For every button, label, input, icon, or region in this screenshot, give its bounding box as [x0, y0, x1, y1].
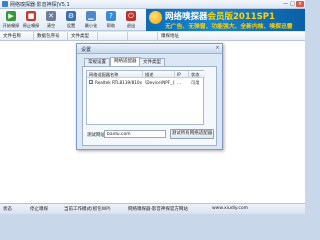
adapter-col-status[interactable]: 状态	[189, 71, 205, 78]
minimize-icon: ▁	[86, 11, 96, 21]
status-bar: 状态 停止嗅探 当前工作模式(抓包WP) 网络嗅探器·影音神探官方网站 www.…	[0, 203, 305, 214]
dialog-title-bar[interactable]: 设置 ×	[77, 44, 222, 54]
status-label: 状态	[3, 207, 12, 212]
adapter-ip: ...	[177, 80, 181, 85]
tab-file-type[interactable]: 文件类型	[139, 58, 165, 66]
settings-button[interactable]: ⚙ 设置	[62, 10, 80, 30]
help-button[interactable]: ? 帮助	[102, 10, 120, 30]
window-title: 网络嗅探器·影音神探|V5.1	[10, 2, 70, 8]
adapter-desc: \Device\NPF_{A...	[145, 80, 175, 85]
help-icon: ?	[106, 11, 116, 21]
app-window: 网络嗅探器·影音神探|V5.1 — □ × ▶ 开始嗅探 ■ 停止嗅探 ✕ 清空…	[0, 0, 305, 214]
clear-icon: ✕	[46, 11, 56, 21]
minimize-label: 最小化	[84, 23, 98, 28]
adapter-name: Realtek RTL8139/810x Family...	[95, 80, 143, 85]
exit-icon: ⏻	[126, 11, 136, 21]
dialog-title: 设置	[81, 47, 92, 53]
settings-dialog: 设置 × 常规设置 网络适配器 文件类型 网络适配器名称 描述 IP 状态 ✓ …	[76, 43, 223, 150]
file-list-header: 文件名称 数据包序号 文件类型 嗅探地址	[0, 32, 305, 41]
status-product: 网络嗅探器·影音神探官方网站	[128, 207, 188, 212]
adapter-table: 网络适配器名称 描述 IP 状态 ✓ Realtek RTL8139/810x …	[86, 70, 205, 125]
status-mode: 当前工作模式(抓包WP)	[64, 207, 111, 212]
dialog-close-icon[interactable]: ×	[214, 45, 221, 52]
minimize-button[interactable]: ▁ 最小化	[82, 10, 100, 30]
title-bar[interactable]: 网络嗅探器·影音神探|V5.1 — □ ×	[0, 0, 305, 9]
app-icon	[2, 1, 8, 7]
play-icon: ▶	[6, 11, 16, 21]
minimize-window-button[interactable]: —	[282, 1, 289, 7]
close-window-button[interactable]: ×	[296, 1, 304, 7]
tab-network-adapter[interactable]: 网络适配器	[110, 57, 141, 66]
stop-icon: ■	[26, 11, 36, 21]
column-blank-1[interactable]	[98, 32, 128, 41]
maximize-window-button[interactable]: □	[289, 1, 296, 7]
start-sniff-button[interactable]: ▶ 开始嗅探	[2, 10, 20, 30]
test-url-input[interactable]	[104, 130, 166, 138]
settings-label: 设置	[66, 23, 76, 28]
exit-label: 退出	[126, 23, 136, 28]
gear-icon: ⚙	[66, 11, 76, 21]
column-blank-2[interactable]	[128, 32, 158, 41]
promo-banner[interactable]: 网络嗅探器会员版2011SP1 无广告、无弹窗、功能强大、全新内核、嗅探迅雷	[146, 9, 305, 31]
stop-sniff-label: 停止嗅探	[22, 23, 40, 28]
column-file-name[interactable]: 文件名称	[0, 32, 34, 41]
banner-subtitle: 无广告、无弹窗、功能强大、全新内核、嗅探迅雷	[165, 24, 293, 30]
status-url[interactable]: www.xiudiy.com	[212, 206, 248, 211]
exit-button[interactable]: ⏻ 退出	[122, 10, 140, 30]
help-label: 帮助	[106, 23, 116, 28]
start-sniff-label: 开始嗅探	[2, 23, 20, 28]
stop-sniff-button[interactable]: ■ 停止嗅探	[22, 10, 40, 30]
adapter-col-desc[interactable]: 描述	[143, 71, 175, 78]
status-stopped: 停止嗅探	[30, 207, 48, 212]
adapter-status: 可用	[191, 80, 200, 85]
column-packet-index[interactable]: 数据包序号	[34, 32, 68, 41]
adapter-col-name[interactable]: 网络适配器名称	[87, 71, 143, 78]
tab-general[interactable]: 常规设置	[84, 58, 110, 66]
adapter-col-ip[interactable]: IP	[175, 71, 189, 78]
column-sniff-address[interactable]: 嗅探地址	[158, 32, 305, 41]
test-all-adapters-button[interactable]: 测试所有网络适配器	[170, 129, 214, 139]
banner-logo-icon	[149, 11, 162, 24]
column-file-type[interactable]: 文件类型	[68, 32, 98, 41]
clear-label: 清空	[46, 23, 56, 28]
clear-button[interactable]: ✕ 清空	[42, 10, 60, 30]
